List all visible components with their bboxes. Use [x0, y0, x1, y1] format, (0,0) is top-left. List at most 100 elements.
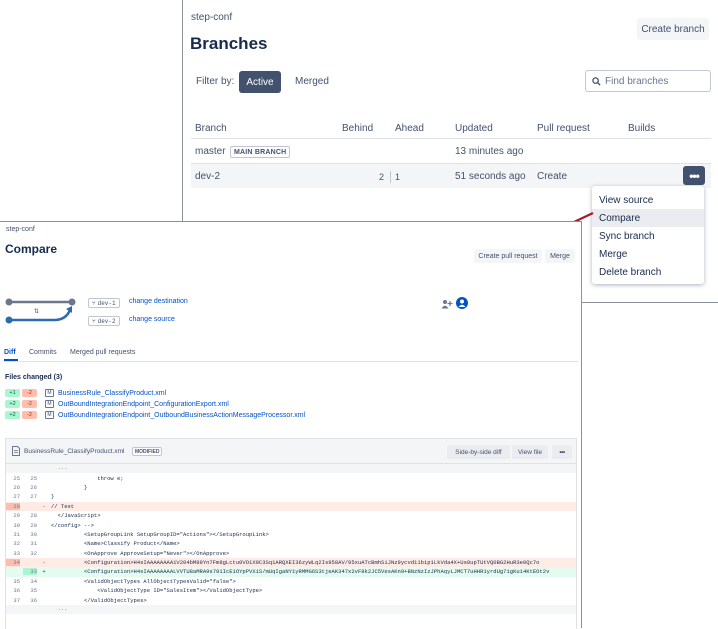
list-item[interactable]: +1 -2 M BusinessRule_ClassifyProduct.xml — [5, 388, 166, 398]
code-text: } — [51, 483, 88, 491]
branch-actions-button[interactable]: ••• — [683, 166, 705, 185]
branch-graph-icon: ⇅ — [5, 298, 76, 324]
header-divider — [191, 138, 711, 139]
change-destination-link[interactable]: change destination — [129, 298, 188, 305]
destination-branch-chip[interactable]: ⑂ dev-1 — [88, 298, 120, 308]
file-link[interactable]: OutBoundIntegrationEndpoint_Configuratio… — [58, 401, 229, 408]
file-link[interactable]: BusinessRule_ClassifyProduct.xml — [58, 390, 166, 397]
updated-dev-2: 51 seconds ago — [455, 171, 526, 182]
page-title: Branches — [190, 34, 268, 53]
compare-window: step-conf Compare Create pull request Me… — [0, 221, 582, 629]
tab-merged-pull-requests[interactable]: Merged pull requests — [70, 349, 135, 356]
code-text: ··· — [51, 465, 68, 473]
col-updated: Updated — [455, 123, 493, 134]
code-text: // Test — [51, 502, 75, 510]
diff-marker: - — [42, 502, 46, 510]
new-line-number: 30 — [30, 530, 37, 538]
lines-added-badge: +1 — [5, 389, 20, 397]
diff-line: 25 25 throw e; — [6, 473, 576, 482]
diff-code: ··· 25 25 throw e; 26 26 } 27 27} 28-// Test 29 2… — [6, 464, 576, 615]
lines-removed-badge: -2 — [22, 389, 37, 397]
code-text: <ValidObjectType ID="SalesItem"></ValidO… — [51, 587, 263, 595]
new-line-number: 33 — [23, 568, 37, 576]
diff-line: 31 30 <SetupGroupLink SetupGroupID="Actio… — [6, 530, 576, 539]
diff-line: 33 32 <OnApprove ApproveSetup="Never"></O… — [6, 549, 576, 558]
branch-actions-menu: View source Compare Sync branch Merge De… — [592, 186, 704, 284]
branch-icon: ⑂ — [92, 317, 96, 325]
more-options-button[interactable]: ••• — [552, 445, 572, 459]
create-pull-request-button[interactable]: Create pull request — [474, 249, 542, 263]
menu-item-sync-branch[interactable]: Sync branch — [592, 227, 704, 245]
lines-added-badge: +2 — [5, 400, 20, 408]
file-link[interactable]: OutBoundIntegrationEndpoint_OutboundBusi… — [58, 412, 305, 419]
tab-commits[interactable]: Commits — [29, 349, 57, 356]
list-item[interactable]: +2 -2 M OutBoundIntegrationEndpoint_Conf… — [5, 399, 229, 409]
create-pull-request-link[interactable]: Create — [537, 171, 567, 182]
search-input[interactable]: Find branches — [585, 70, 711, 92]
modified-badge: MODIFIED — [132, 447, 163, 456]
modified-icon: M — [45, 411, 54, 419]
old-line-number: 31 — [13, 530, 20, 538]
col-pull-request: Pull request — [537, 123, 590, 134]
menu-item-compare[interactable]: Compare — [592, 209, 704, 227]
main-branch-badge: MAIN BRANCH — [230, 146, 291, 158]
old-line-number: 36 — [13, 587, 20, 595]
code-text: <OnApprove ApproveSetup="Never"></OnAppr… — [51, 549, 230, 557]
new-line-number: 25 — [30, 474, 37, 482]
behind-count: 2 — [379, 172, 385, 182]
avatar[interactable] — [456, 297, 468, 309]
col-branch: Branch — [195, 123, 227, 134]
filter-active-button[interactable]: Active — [239, 71, 281, 93]
lines-removed-badge: -2 — [22, 411, 37, 419]
filter-label: Filter by: — [196, 76, 235, 87]
expand-lines-row[interactable]: ··· — [6, 464, 576, 474]
new-line-number: 28 — [30, 512, 37, 520]
diff-file-name[interactable]: BusinessRule_ClassifyProduct.xml — [24, 448, 124, 455]
lines-removed-badge: -2 — [22, 400, 37, 408]
branch-name-master[interactable]: master — [195, 146, 226, 157]
search-icon — [592, 76, 601, 86]
new-line-number: 29 — [30, 521, 37, 529]
code-text: <Configuration>H4sIAAAAAAAALVVTU8aMRA9s7… — [51, 568, 550, 576]
new-line-number: 35 — [30, 587, 37, 595]
code-text: <Name>Classify Product</Name> — [51, 540, 180, 548]
view-file-button[interactable]: View file — [512, 445, 548, 459]
new-line-number: 34 — [30, 577, 37, 585]
new-line-number: 32 — [30, 549, 37, 557]
code-text: </JavaScript> — [51, 512, 101, 520]
merge-button[interactable]: Merge — [545, 249, 575, 263]
source-branch-name: dev-2 — [97, 317, 116, 325]
col-builds: Builds — [628, 123, 656, 134]
branch-icon: ⑂ — [92, 299, 96, 307]
old-line-number: 32 — [13, 540, 20, 548]
filter-merged-button[interactable]: Merged — [295, 76, 329, 87]
code-text: <SetupGroupLink SetupGroupID="Actions"><… — [51, 530, 269, 538]
menu-item-delete-branch[interactable]: Delete branch — [592, 263, 704, 281]
change-source-link[interactable]: change source — [129, 316, 175, 323]
diff-marker: - — [42, 559, 46, 567]
add-reviewer-icon[interactable] — [441, 299, 453, 309]
repo-name[interactable]: step-conf — [6, 226, 35, 233]
menu-item-merge[interactable]: Merge — [592, 245, 704, 263]
branch-name-dev-2[interactable]: dev-2 — [195, 171, 220, 182]
repo-name[interactable]: step-conf — [191, 12, 232, 23]
table-row[interactable] — [191, 164, 711, 188]
list-item[interactable]: +2 -2 M OutBoundIntegrationEndpoint_Outb… — [5, 410, 305, 420]
lines-added-badge: +2 — [5, 411, 20, 419]
source-branch-chip[interactable]: ⑂ dev-2 — [88, 316, 120, 326]
create-branch-button[interactable]: Create branch — [637, 18, 709, 40]
code-text: <Configuration>H4sIAAAAAAAA1V204bM89Yn7F… — [51, 559, 540, 567]
code-text: <ValidObjectTypes AllObjectTypesValid="f… — [51, 577, 236, 585]
diff-line: 35 34 <ValidObjectTypes AllObjectTypesVal… — [6, 577, 576, 586]
diff-header: BusinessRule_ClassifyProduct.xml MODIFIE… — [6, 439, 576, 464]
menu-item-view-source[interactable]: View source — [592, 191, 704, 209]
expand-lines-row[interactable]: ··· — [6, 604, 576, 615]
ahead-count: 1 — [395, 172, 401, 182]
code-text: ··· — [51, 606, 68, 614]
old-line-number: 27 — [13, 493, 20, 501]
behind-ahead-separator — [390, 171, 391, 183]
new-line-number: 27 — [30, 493, 37, 501]
modified-icon: M — [45, 389, 54, 397]
side-by-side-diff-button[interactable]: Side-by-side diff — [447, 445, 510, 459]
tab-diff[interactable]: Diff — [4, 349, 16, 356]
